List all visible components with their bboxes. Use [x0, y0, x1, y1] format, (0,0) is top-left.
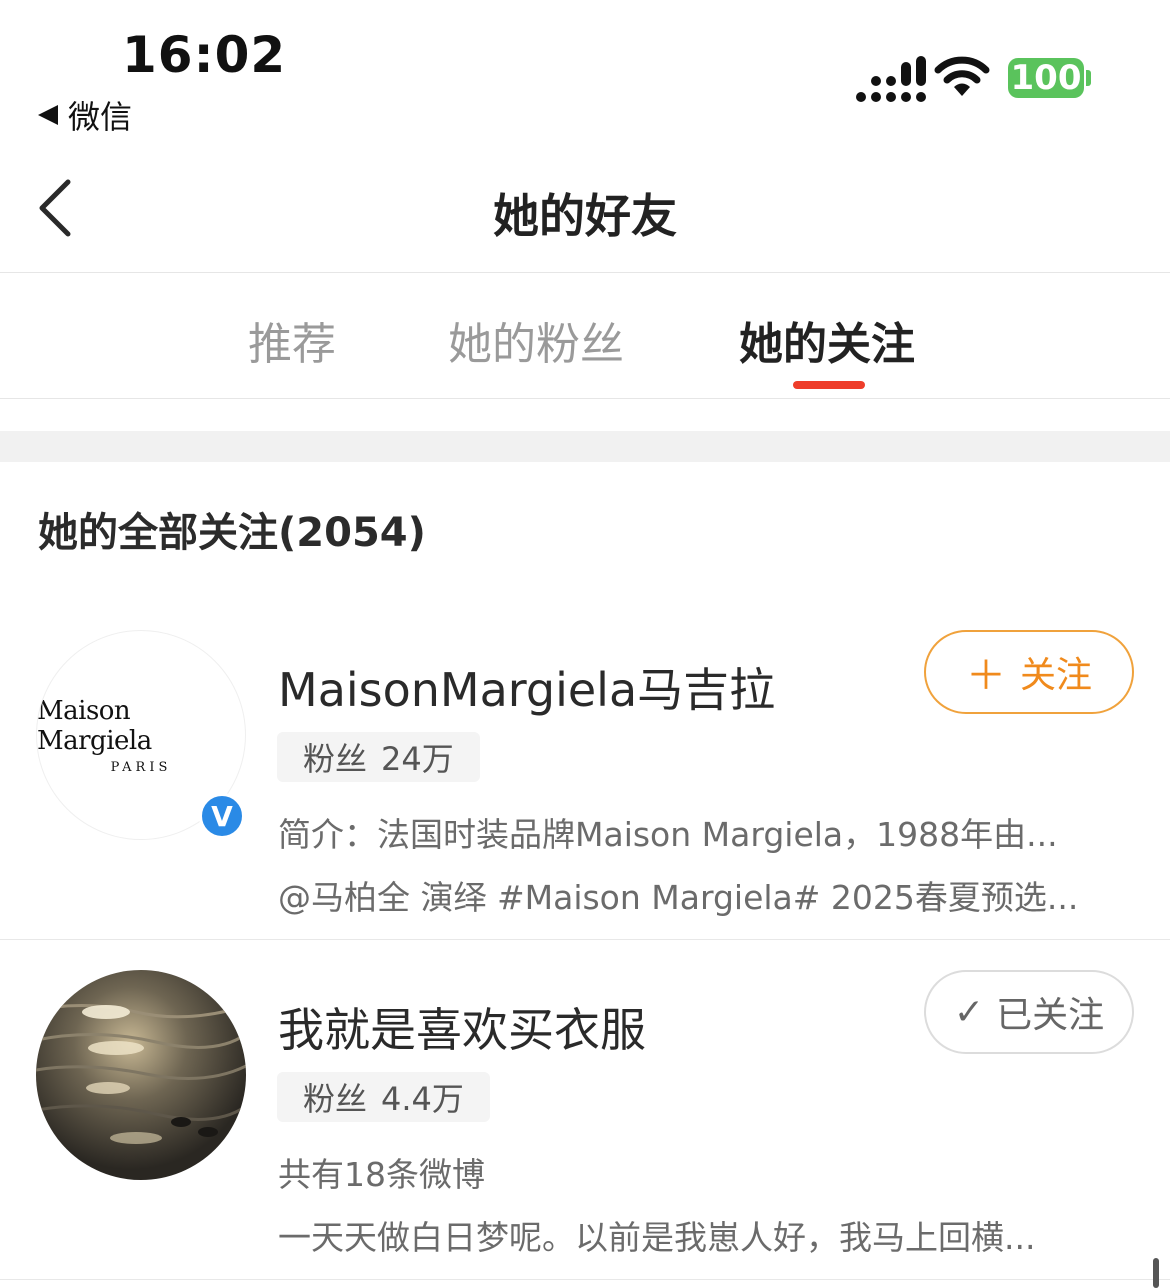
user-name[interactable]: MaisonMargiela马吉拉	[278, 654, 775, 720]
following-button-label: 已关注	[996, 995, 1105, 1036]
fans-label: 粉丝	[303, 740, 368, 778]
cellular-signal-icon	[856, 56, 926, 102]
fans-count-chip: 粉丝 4.4万	[277, 1072, 490, 1122]
fans-count: 4.4万	[381, 1080, 464, 1118]
tab-her-fans[interactable]: 她的粉丝	[448, 308, 624, 372]
user-latest-post: @马柏全 演绎 #Maison Margiela# 2025春夏预选...	[278, 878, 1079, 917]
fans-label: 粉丝	[303, 1080, 368, 1118]
header-divider	[0, 272, 1170, 273]
section-title: 她的全部关注(2054)	[38, 510, 426, 556]
section-separator	[0, 431, 1170, 462]
active-tab-indicator	[793, 381, 865, 389]
row-divider	[0, 939, 1170, 940]
follow-button-label: 关注	[1019, 655, 1092, 696]
user-name[interactable]: 我就是喜欢买衣服	[278, 994, 646, 1060]
following-button[interactable]: ✓ 已关注	[924, 970, 1134, 1054]
fans-count: 24万	[381, 740, 454, 778]
back-to-app-link[interactable]: 微信	[38, 92, 132, 138]
avatar-logo-subtext: PARIS	[110, 759, 172, 775]
fans-count-chip: 粉丝 24万	[277, 732, 480, 782]
page-title: 她的好友	[493, 189, 677, 243]
follow-button[interactable]: ＋ 关注	[924, 630, 1134, 714]
avatar-logo-text: Maison Margiela	[37, 695, 152, 756]
battery-cap	[1086, 70, 1091, 86]
status-time: 16:02	[122, 26, 287, 84]
user-post-count: 共有18条微博	[278, 1155, 485, 1194]
back-triangle-icon	[38, 105, 58, 125]
scrollbar[interactable]	[1153, 1258, 1159, 1288]
user-bio: 一天天做白日梦呢。以前是我崽人好，我马上回横...	[278, 1218, 1036, 1257]
avatar[interactable]	[36, 970, 246, 1180]
tab-her-following[interactable]: 她的关注	[739, 308, 915, 372]
verified-badge-icon: V	[199, 793, 245, 839]
back-app-label: 微信	[68, 98, 133, 136]
tabs-divider	[0, 398, 1170, 399]
battery-level: 100	[1010, 58, 1082, 98]
wifi-icon	[934, 56, 990, 96]
plus-icon: ＋	[965, 653, 1006, 699]
user-intro: 简介：法国时装品牌Maison Margiela，1988年由...	[278, 815, 1058, 854]
row-divider	[0, 1279, 1170, 1280]
check-icon: ✓	[953, 991, 985, 1033]
water-photo	[36, 970, 246, 1180]
tab-recommend[interactable]: 推荐	[248, 308, 336, 372]
battery-icon: 100	[1008, 58, 1084, 98]
